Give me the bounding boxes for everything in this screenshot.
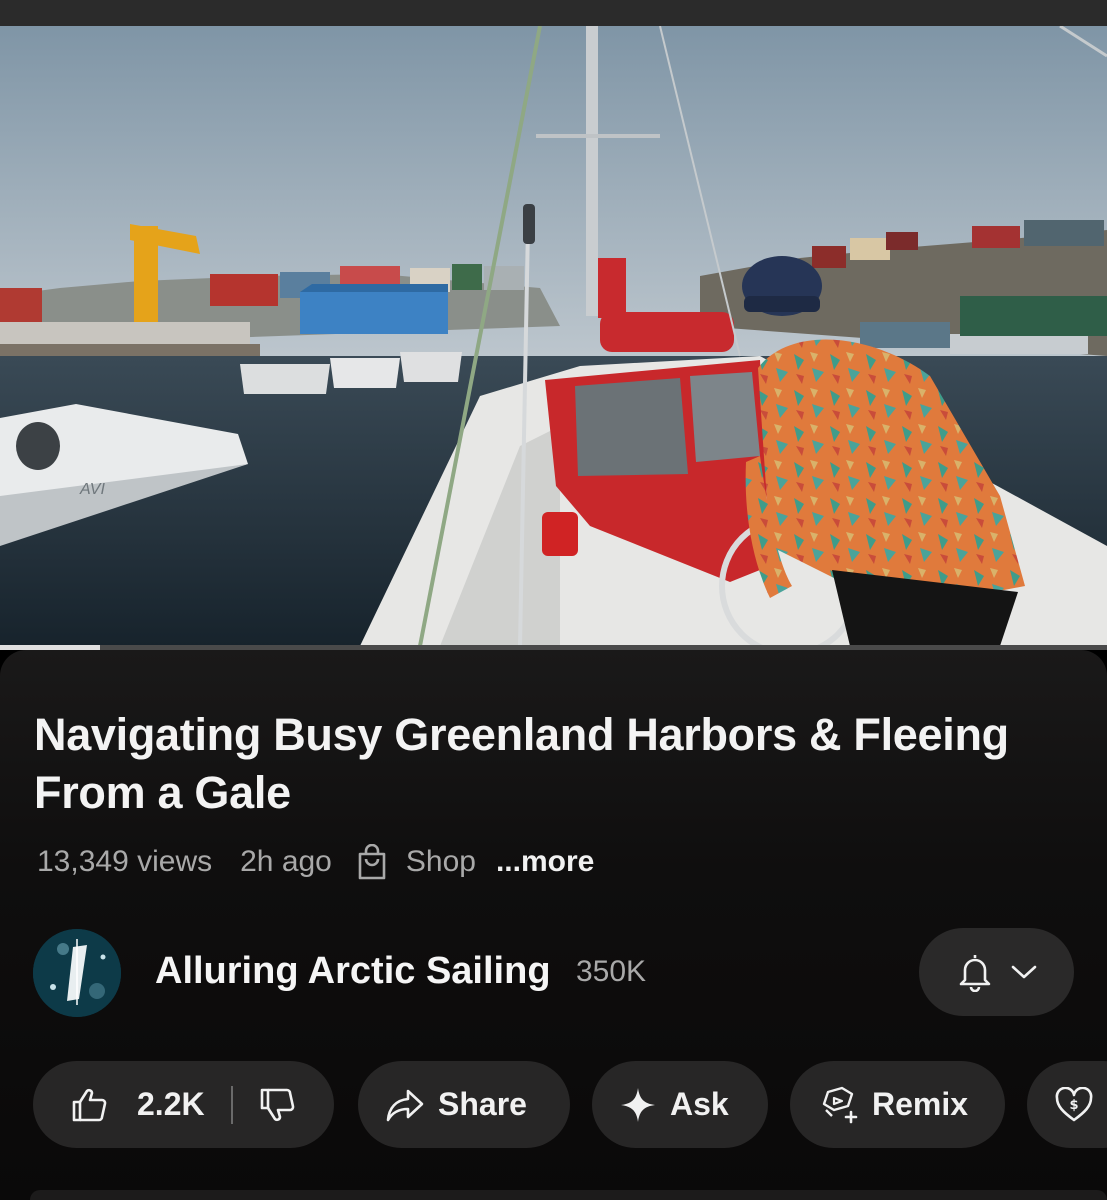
shop-label: Shop [405,845,476,878]
like-dislike-group: 2.2K [33,1061,334,1148]
heart-dollar-icon: $ [1055,1086,1093,1121]
remix-button[interactable]: Remix [790,1061,1005,1148]
action-bar: 2.2K Share Ask Remix $ [0,1061,1107,1148]
video-frame: AVI [0,26,1107,646]
chevron-down-icon [1011,965,1036,979]
channel-avatar[interactable] [33,929,121,1017]
next-section-edge [30,1190,1107,1200]
shop-link[interactable]: Shop [356,844,476,880]
remix-icon [822,1086,858,1123]
like-divider [230,1085,233,1124]
share-button[interactable]: Share [358,1061,570,1148]
svg-text:$: $ [1069,1098,1078,1113]
thumbs-up-icon[interactable] [71,1088,107,1122]
subscription-bell-button[interactable] [919,928,1074,1016]
subscriber-count: 350K [576,955,647,988]
channel-avatar-image [33,929,121,1017]
status-strip [0,0,1107,26]
video-player[interactable]: AVI [0,26,1107,646]
thumbs-down-icon[interactable] [259,1088,295,1122]
channel-name[interactable]: Alluring Arctic Sailing [155,950,551,993]
like-count[interactable]: 2.2K [137,1086,205,1123]
view-count: 13,349 views [37,845,213,878]
video-title[interactable]: Navigating Busy Greenland Harbors & Flee… [34,706,1034,822]
upload-time: 2h ago [240,845,332,878]
sparkle-icon [621,1087,655,1122]
shopping-bag-icon [358,844,386,880]
ask-button[interactable]: Ask [592,1061,768,1148]
ask-label: Ask [670,1086,729,1122]
video-meta-row[interactable]: 13,349 views 2h ago Shop ...more [37,840,594,884]
share-label: Share [438,1086,527,1122]
share-arrow-icon [386,1089,424,1121]
thanks-button[interactable]: $ [1027,1061,1107,1148]
boat-hull-text: AVI [79,481,105,498]
more-button[interactable]: ...more [496,845,594,879]
remix-label: Remix [872,1086,969,1122]
bell-icon [959,955,990,992]
